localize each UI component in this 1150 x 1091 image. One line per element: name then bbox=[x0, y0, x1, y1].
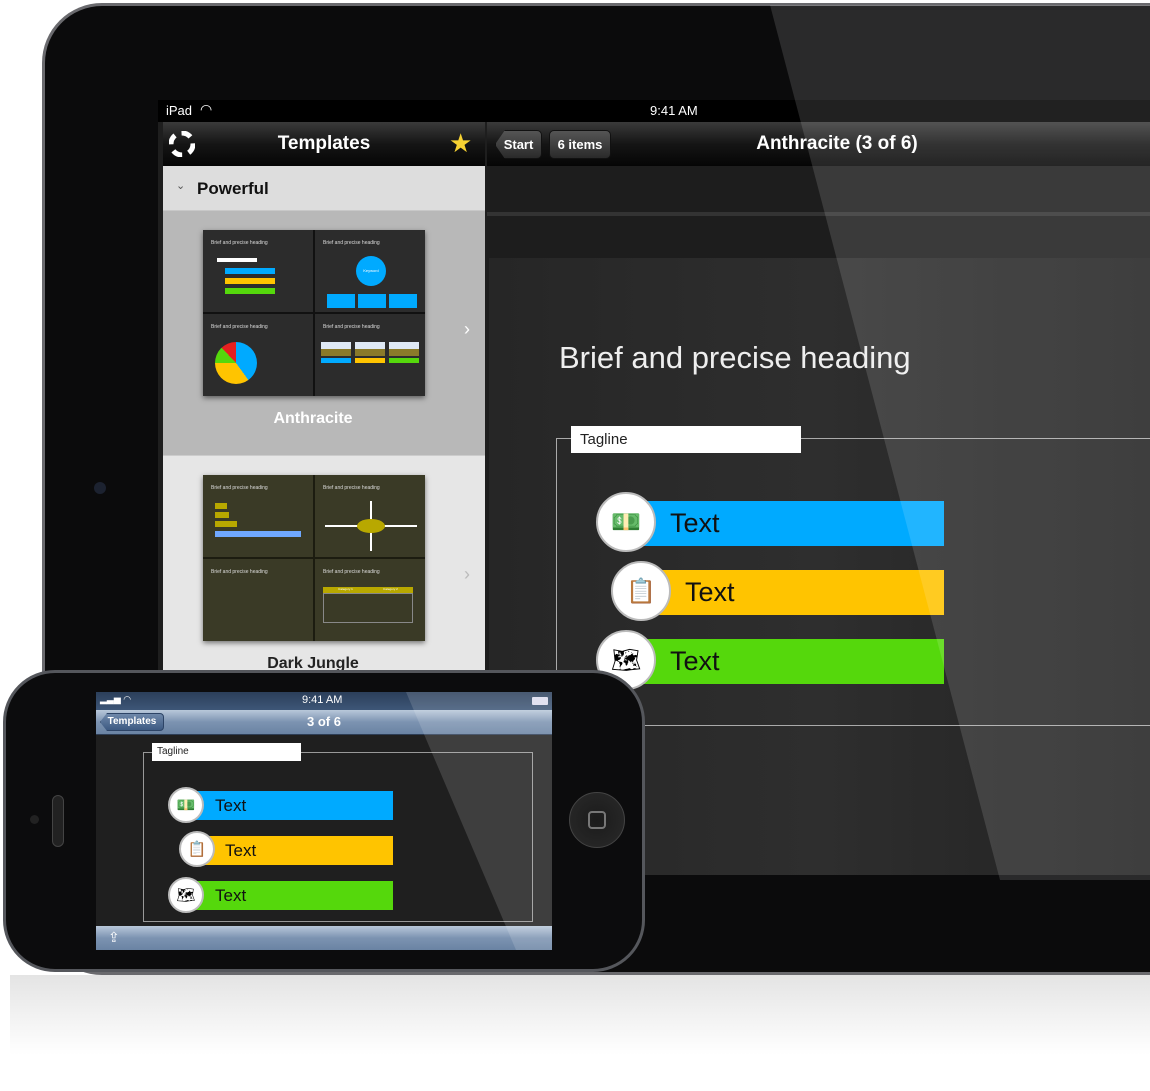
home-button[interactable] bbox=[569, 792, 625, 848]
iphone-speaker bbox=[52, 795, 64, 847]
screen-glare bbox=[406, 692, 552, 950]
reflection bbox=[10, 975, 1150, 1055]
iphone-camera bbox=[30, 815, 39, 824]
iphone-screen: ▂▃▅ ◠ 9:41 AM Templates 3 of 6 Tagline T… bbox=[96, 692, 552, 950]
